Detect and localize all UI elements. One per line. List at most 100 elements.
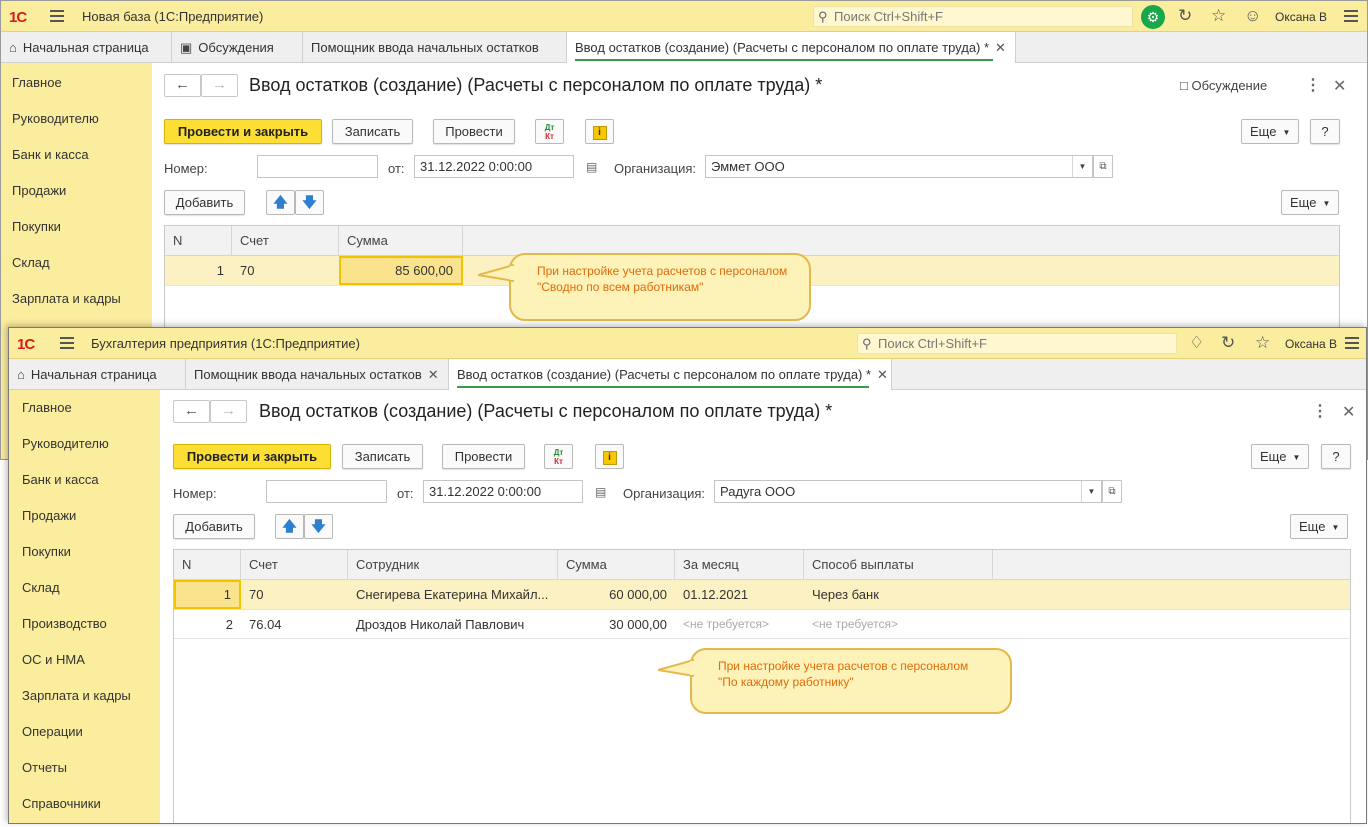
user-name[interactable]: Оксана В bbox=[1275, 10, 1327, 24]
tab-balance-entry[interactable]: Ввод остатков (создание) (Расчеты с перс… bbox=[567, 32, 1016, 64]
column-payment-method[interactable]: Способ выплаты bbox=[804, 550, 993, 580]
info-button[interactable]: i bbox=[585, 119, 614, 144]
date-field[interactable]: 31.12.2022 0:00:00 bbox=[414, 155, 574, 178]
column-month[interactable]: За месяц bbox=[675, 550, 804, 580]
table-row[interactable]: 1 70 Снегирева Екатерина Михайл... 60 00… bbox=[174, 580, 1350, 609]
cell-month[interactable]: 01.12.2021 bbox=[675, 580, 804, 609]
dropdown-icon[interactable]: ▼ bbox=[1072, 156, 1092, 177]
org-field[interactable]: Эммет ООО ▼ bbox=[705, 155, 1093, 178]
menu-icon[interactable] bbox=[60, 337, 74, 349]
column-employee[interactable]: Сотрудник bbox=[348, 550, 558, 580]
cell-sum[interactable]: 85 600,00 bbox=[339, 256, 463, 285]
table-row[interactable]: 2 76.04 Дроздов Николай Павлович 30 000,… bbox=[174, 610, 1350, 639]
sidebar-item-production[interactable]: Производство bbox=[22, 616, 107, 631]
sidebar-item-purchases[interactable]: Покупки bbox=[22, 544, 71, 559]
sidebar-item-operations[interactable]: Операции bbox=[22, 724, 83, 739]
dtkt-button[interactable]: Дт Кт bbox=[544, 444, 573, 469]
save-button[interactable]: Записать bbox=[332, 119, 413, 144]
cell-n[interactable]: 2 bbox=[174, 610, 241, 639]
help-button[interactable]: ? bbox=[1310, 119, 1340, 144]
sidebar-item-main[interactable]: Главное bbox=[22, 400, 72, 415]
add-button[interactable]: Добавить bbox=[173, 514, 255, 539]
move-up-icon[interactable]: 🡅 bbox=[275, 514, 304, 539]
star-icon[interactable]: ☆ bbox=[1211, 7, 1226, 25]
back-button[interactable]: ← bbox=[173, 400, 210, 423]
close-tab-icon[interactable]: ✕ bbox=[877, 367, 888, 382]
settings-menu-icon[interactable] bbox=[1344, 10, 1358, 22]
menu-icon[interactable] bbox=[50, 10, 64, 22]
tab-discussions[interactable]: ▣ Обсуждения bbox=[172, 32, 303, 63]
open-icon[interactable]: ⧉ bbox=[1093, 155, 1113, 178]
cell-sum[interactable]: 30 000,00 bbox=[558, 610, 675, 639]
post-button[interactable]: Провести bbox=[433, 119, 515, 144]
sidebar-item-warehouse[interactable]: Склад bbox=[22, 580, 60, 595]
dtkt-button[interactable]: Дт Кт bbox=[535, 119, 564, 144]
more-vert-icon[interactable]: ⋮ bbox=[1312, 401, 1328, 421]
save-button[interactable]: Записать bbox=[342, 444, 423, 469]
tab-home[interactable]: ⌂ Начальная страница bbox=[9, 359, 186, 390]
sidebar-item-directories[interactable]: Справочники bbox=[22, 796, 101, 811]
notification-bell-icon[interactable]: ♢ bbox=[1189, 334, 1204, 352]
sidebar-item-bank[interactable]: Банк и касса bbox=[12, 147, 89, 162]
close-icon[interactable]: ✕ bbox=[1342, 402, 1355, 422]
number-field[interactable] bbox=[266, 480, 387, 503]
close-tab-icon[interactable]: ✕ bbox=[428, 367, 439, 382]
user-name[interactable]: Оксана В bbox=[1285, 337, 1337, 351]
sidebar-item-sales[interactable]: Продажи bbox=[12, 183, 66, 198]
more-button[interactable]: Еще ▼ bbox=[1251, 444, 1310, 469]
cell-employee[interactable]: Дроздов Николай Павлович bbox=[348, 610, 558, 639]
cell-n[interactable]: 1 bbox=[165, 256, 232, 285]
notification-bell-icon[interactable]: ⚙ bbox=[1141, 5, 1165, 29]
discussion-link[interactable]: □ Обсуждение bbox=[1180, 78, 1267, 93]
column-account[interactable]: Счет bbox=[241, 550, 348, 580]
table-more-button[interactable]: Еще ▼ bbox=[1290, 514, 1349, 539]
dropdown-icon[interactable]: ▼ bbox=[1081, 481, 1101, 502]
forward-button[interactable]: → bbox=[210, 400, 247, 423]
sidebar-item-salary[interactable]: Зарплата и кадры bbox=[22, 688, 131, 703]
cell-sum[interactable]: 60 000,00 bbox=[558, 580, 675, 609]
search-input[interactable]: ⚲ Поиск Ctrl+Shift+F bbox=[813, 6, 1133, 27]
tab-assistant[interactable]: Помощник ввода начальных остатков ✕ bbox=[186, 359, 449, 390]
history-icon[interactable]: ↻ bbox=[1221, 334, 1235, 352]
user-icon[interactable]: ☺ bbox=[1244, 7, 1261, 25]
number-field[interactable] bbox=[257, 155, 378, 178]
cell-employee[interactable]: Снегирева Екатерина Михайл... bbox=[348, 580, 558, 609]
cell-account[interactable]: 76.04 bbox=[241, 610, 348, 639]
post-close-button[interactable]: Провести и закрыть bbox=[173, 444, 331, 469]
post-button[interactable]: Провести bbox=[442, 444, 525, 469]
sidebar-item-manager[interactable]: Руководителю bbox=[12, 111, 99, 126]
sidebar-item-main[interactable]: Главное bbox=[12, 75, 62, 90]
move-up-icon[interactable]: 🡅 bbox=[266, 190, 295, 215]
sidebar-item-warehouse[interactable]: Склад bbox=[12, 255, 50, 270]
column-account[interactable]: Счет bbox=[232, 226, 339, 256]
add-button[interactable]: Добавить bbox=[164, 190, 245, 215]
calendar-icon[interactable]: ▤ bbox=[586, 160, 597, 174]
date-field[interactable]: 31.12.2022 0:00:00 bbox=[423, 480, 583, 503]
forward-button[interactable]: → bbox=[201, 74, 238, 97]
sidebar-item-purchases[interactable]: Покупки bbox=[12, 219, 61, 234]
cell-n[interactable]: 1 bbox=[174, 580, 241, 609]
back-button[interactable]: ← bbox=[164, 74, 201, 97]
table-more-button[interactable]: Еще ▼ bbox=[1281, 190, 1340, 215]
calendar-icon[interactable]: ▤ bbox=[595, 485, 606, 499]
post-close-button[interactable]: Провести и закрыть bbox=[164, 119, 322, 144]
close-tab-icon[interactable]: ✕ bbox=[995, 40, 1006, 55]
sidebar-item-salary[interactable]: Зарплата и кадры bbox=[12, 291, 121, 306]
sidebar-item-bank[interactable]: Банк и касса bbox=[22, 472, 99, 487]
cell-payment-method[interactable]: Через банк bbox=[804, 580, 993, 609]
close-icon[interactable]: ✕ bbox=[1333, 76, 1346, 96]
cell-payment-method[interactable]: <не требуется> bbox=[804, 610, 993, 639]
column-n[interactable]: N bbox=[174, 550, 241, 580]
star-icon[interactable]: ☆ bbox=[1255, 334, 1270, 352]
tab-home[interactable]: ⌂ Начальная страница bbox=[1, 32, 172, 63]
column-n[interactable]: N bbox=[165, 226, 232, 256]
sidebar-item-manager[interactable]: Руководителю bbox=[22, 436, 109, 451]
org-field[interactable]: Радуга ООО ▼ bbox=[714, 480, 1102, 503]
settings-menu-icon[interactable] bbox=[1345, 337, 1359, 349]
cell-account[interactable]: 70 bbox=[232, 256, 339, 285]
sidebar-item-sales[interactable]: Продажи bbox=[22, 508, 76, 523]
column-sum[interactable]: Сумма bbox=[339, 226, 463, 256]
move-down-icon[interactable]: 🡇 bbox=[295, 190, 324, 215]
cell-account[interactable]: 70 bbox=[241, 580, 348, 609]
sidebar-item-assets[interactable]: ОС и НМА bbox=[22, 652, 85, 667]
